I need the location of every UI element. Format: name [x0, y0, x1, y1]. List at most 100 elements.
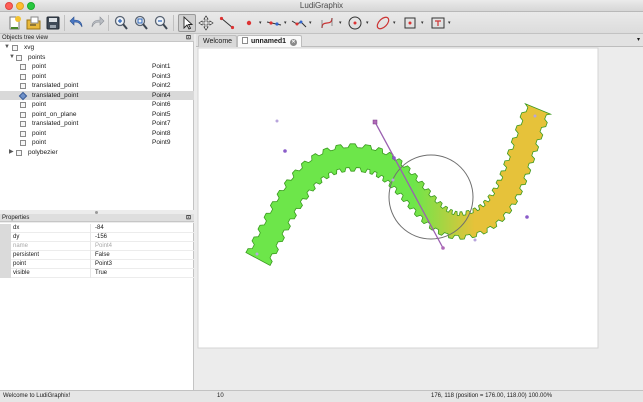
polyline-tool-button[interactable] [290, 14, 308, 32]
property-row[interactable]: visible True [0, 269, 194, 278]
bezier-tool-button[interactable] [318, 14, 336, 32]
checkbox[interactable] [12, 45, 18, 51]
tree-row[interactable]: point Point3 [0, 72, 194, 82]
checkbox[interactable] [20, 140, 26, 146]
point-marker[interactable] [392, 156, 396, 160]
tree-item-value: Point5 [152, 110, 171, 118]
selected-point-handle[interactable] [372, 119, 378, 125]
checkbox[interactable] [20, 102, 26, 108]
chevron-down-icon[interactable]: ▾ [366, 20, 369, 26]
checkbox[interactable] [20, 83, 26, 89]
tree-row[interactable]: ▶ polybezier [0, 148, 194, 158]
tab-unnamed1[interactable]: unnamed1 ✕ [237, 35, 303, 47]
tab-list-menu-icon[interactable]: ▾ [637, 36, 640, 43]
tree-item-label: translated_point [32, 82, 79, 89]
redo-button[interactable] [88, 14, 106, 32]
ellipse-tool-button[interactable] [374, 14, 392, 32]
property-row[interactable]: point Point3 [0, 260, 194, 269]
property-value[interactable]: Point3 [95, 260, 112, 269]
save-button[interactable] [44, 14, 62, 32]
point-tool-button[interactable] [240, 14, 258, 32]
tree-row[interactable]: ▼ xvg [0, 43, 194, 53]
close-tab-icon[interactable]: ✕ [290, 39, 298, 46]
new-document-button[interactable] [6, 14, 24, 32]
tree-row[interactable]: point_on_plane Point5 [0, 110, 194, 120]
property-key: point [13, 260, 91, 269]
chevron-down-icon[interactable]: ▾ [421, 20, 424, 26]
tree-row[interactable]: point Point9 [0, 138, 194, 148]
chevron-down-icon[interactable]: ▼ [9, 53, 15, 63]
undo-button[interactable] [68, 14, 86, 32]
drawing-canvas[interactable] [196, 47, 643, 390]
open-file-button[interactable] [25, 14, 43, 32]
rectangle-tool-button[interactable] [401, 14, 419, 32]
tree-item-label: point [32, 139, 47, 146]
point-marker[interactable] [275, 119, 279, 123]
text-frame-tool-button[interactable] [429, 14, 447, 32]
property-value[interactable]: True [95, 269, 107, 278]
chevron-down-icon[interactable]: ▾ [284, 20, 287, 26]
chevron-down-icon[interactable]: ▾ [309, 20, 312, 26]
property-value[interactable]: -156 [95, 233, 107, 242]
rectangle-tool-icon [404, 17, 416, 29]
checkbox[interactable] [20, 121, 26, 127]
chevron-down-icon[interactable]: ▾ [339, 20, 342, 26]
property-value[interactable]: False [95, 251, 110, 260]
tree-row[interactable]: translated_point Point7 [0, 119, 194, 129]
zoom-in-button[interactable] [112, 14, 130, 32]
chevron-down-icon[interactable]: ▼ [4, 43, 10, 53]
checkbox[interactable] [20, 130, 26, 137]
point-marker[interactable] [525, 215, 529, 219]
property-row[interactable]: persistent False [0, 251, 194, 260]
zoom-out-icon [154, 15, 168, 30]
property-value[interactable]: -84 [95, 224, 104, 233]
row-gutter [0, 269, 11, 278]
tree-item-value: Point1 [152, 63, 171, 70]
checkbox[interactable] [20, 111, 26, 118]
zoom-out-button[interactable] [152, 14, 170, 32]
move-tool-button[interactable] [197, 14, 215, 32]
tree-item-label: point [32, 129, 47, 137]
objects-tree-title: Objects tree view [2, 35, 49, 41]
objects-tree[interactable]: ▼ xvg ▼ points point Point1 point Point3… [0, 42, 194, 212]
undock-icon[interactable]: ⊡ [186, 34, 191, 42]
checkbox[interactable] [16, 149, 22, 156]
toolbar-separator [64, 15, 65, 31]
tree-row[interactable]: point Point1 [0, 62, 194, 72]
tab-welcome[interactable]: Welcome [198, 35, 238, 47]
chevron-right-icon[interactable]: ▶ [9, 148, 15, 158]
zoom-in-icon [114, 15, 128, 30]
tree-row-selected[interactable]: translated_point Point4 [0, 90, 194, 100]
zoom-fit-button[interactable] [132, 14, 150, 32]
checkbox[interactable] [20, 64, 26, 70]
line-tool-button[interactable] [265, 14, 283, 32]
point-marker[interactable] [473, 238, 477, 242]
status-message: Welcome to LudiGraphix! [3, 393, 71, 399]
point-marker[interactable] [391, 178, 395, 182]
title-bar: LudiGraphix [0, 0, 643, 12]
tree-row[interactable]: translated_point Point2 [0, 81, 194, 91]
tree-row[interactable]: point Point8 [0, 129, 194, 139]
select-tool-button[interactable] [178, 14, 196, 32]
new-document-icon [9, 16, 21, 30]
checkbox[interactable] [20, 73, 26, 80]
translated-point-marker[interactable] [441, 246, 445, 250]
tree-row[interactable]: ▼ points [0, 53, 194, 63]
point-marker[interactable] [533, 114, 537, 118]
tree-item-value: Point3 [152, 72, 171, 80]
segment-tool-button[interactable] [218, 14, 236, 32]
tree-row[interactable]: point Point6 [0, 100, 194, 110]
point-marker[interactable] [255, 252, 259, 256]
polyline-tool-icon [291, 20, 307, 28]
checkbox[interactable] [16, 54, 22, 61]
drawing-canvas-area[interactable] [196, 47, 643, 390]
property-row[interactable]: dy -156 [0, 233, 194, 242]
undock-icon[interactable]: ⊡ [186, 214, 191, 222]
chevron-down-icon[interactable]: ▾ [448, 20, 451, 26]
property-row[interactable]: dx -84 [0, 224, 194, 233]
chevron-down-icon[interactable]: ▾ [393, 20, 396, 26]
tree-item-value: Point2 [152, 82, 171, 89]
point-marker[interactable] [283, 149, 287, 153]
chevron-down-icon[interactable]: ▾ [259, 20, 262, 26]
circle-tool-button[interactable] [346, 14, 364, 32]
